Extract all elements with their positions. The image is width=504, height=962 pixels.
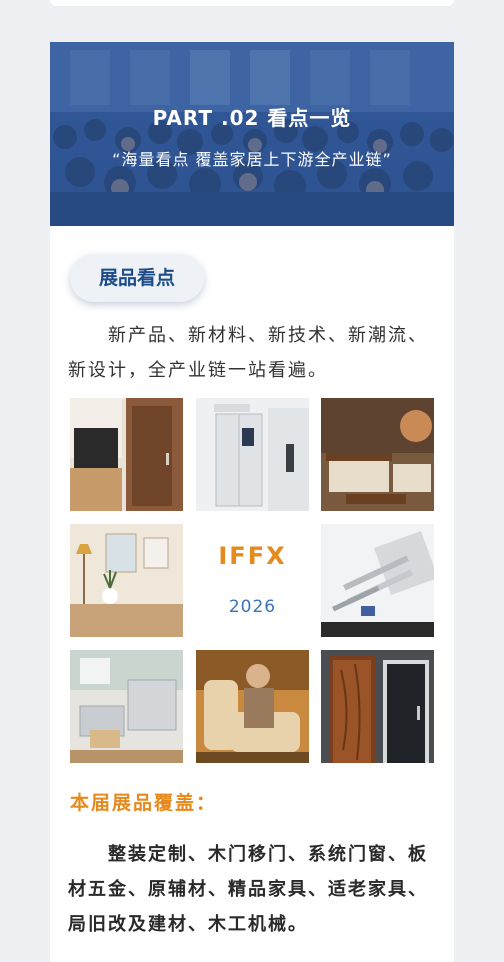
section-card: PART .02 看点一览 “海量看点 覆盖家居上下游全产业链” 展品看点 新产…: [50, 42, 454, 962]
gallery-tile-woodworking-machine[interactable]: [70, 650, 183, 763]
gallery-tile-smart-fridge[interactable]: [196, 398, 309, 511]
banner-overlay: [50, 42, 454, 226]
brand-year: 2026: [228, 597, 277, 617]
banner-subtitle: “海量看点 覆盖家居上下游全产业链”: [112, 150, 392, 169]
section-pill-exhibits: 展品看点: [70, 254, 204, 302]
gallery-tile-doors[interactable]: [321, 650, 434, 763]
brand-name: IFFX: [218, 542, 287, 570]
article-page: PART .02 看点一览 “海量看点 覆盖家居上下游全产业链” 展品看点 新产…: [0, 0, 504, 962]
gallery-tile-hardware[interactable]: [321, 524, 434, 637]
banner-title: PART .02 看点一览: [152, 106, 352, 130]
gallery-tile-recliner[interactable]: [196, 650, 309, 763]
gallery-tile-wooden-sofa[interactable]: [321, 398, 434, 511]
gallery-tile-wardrobe[interactable]: [70, 398, 183, 511]
previous-section-card: [50, 0, 454, 6]
gallery-tile-brand: IFFX 2026: [196, 524, 309, 637]
coverage-heading: 本届展品覆盖：: [70, 792, 218, 814]
gallery-tile-home-decor[interactable]: [70, 524, 183, 637]
banner-crowd-photo: PART .02 看点一览 “海量看点 覆盖家居上下游全产业链”: [50, 42, 454, 226]
coverage-paragraph: 整装定制、木门移门、系统门窗、板材五金、原辅材、精品家具、适老家具、局旧改及建材…: [68, 844, 428, 935]
intro-paragraph: 新产品、新材料、新技术、新潮流、新设计，全产业链一站看遍。: [68, 325, 428, 381]
